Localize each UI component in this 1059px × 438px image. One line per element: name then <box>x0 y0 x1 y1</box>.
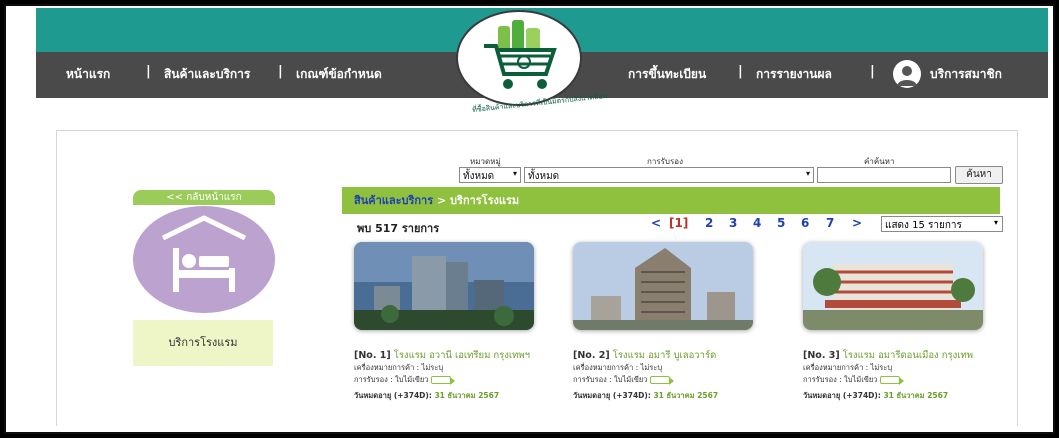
shopping-cart-logo-icon <box>484 20 557 89</box>
pagination-current: [1] <box>669 216 689 230</box>
card-expiry: วันหมดอายุ (+374D): 31 ธันวาคม 2567 <box>573 391 719 400</box>
card-certification: การรับรอง : ใบไม้เขียว <box>354 374 554 386</box>
hotel-photo[interactable] <box>803 242 983 330</box>
card-certification: การรับรอง : ใบไม้เขียว <box>573 374 773 386</box>
breadcrumb-current: บริการโรงแรม <box>450 194 520 207</box>
hotel-card: [No. 2] โรงแรม อมารี บูเลอวาร์ด เครื่องห… <box>573 350 773 402</box>
nav-separator: | <box>870 64 875 79</box>
nav-separator: | <box>146 64 151 79</box>
nav-products-services[interactable]: สินค้าและบริการ <box>164 65 250 84</box>
back-to-home-button[interactable]: << กลับหน้าแรก <box>133 190 275 205</box>
keyword-search-input[interactable] <box>817 167 951 183</box>
category-select[interactable]: ทั้งหมด ▾ <box>459 167 521 183</box>
pagination-page[interactable]: 2 <box>705 216 713 230</box>
pagination-prev[interactable]: < <box>651 216 661 230</box>
card-certification: การรับรอง : ใบไม้เขียว <box>803 374 1003 386</box>
card-title[interactable]: [No. 2] โรงแรม อมารี บูเลอวาร์ด <box>573 350 773 362</box>
nav-reporting[interactable]: การรายงานผล <box>756 65 832 84</box>
hotel-photo[interactable] <box>354 242 534 330</box>
green-leaf-badge-icon <box>879 376 904 385</box>
pagination-page[interactable]: 3 <box>729 216 737 230</box>
card-title[interactable]: [No. 1] โรงแรม อวานี เอเทรียม กรุงเทพฯ <box>354 350 554 362</box>
hotel-card: [No. 3] โรงแรม อมารีดอนเมือง กรุงเทพ เคร… <box>803 350 1003 402</box>
card-expiry: วันหมดอายุ (+374D): 31 ธันวาคม 2567 <box>354 391 500 400</box>
green-leaf-badge-icon <box>649 376 674 385</box>
result-count: พบ 517 รายการ <box>357 222 440 235</box>
site-logo[interactable] <box>456 10 582 106</box>
nav-registration[interactable]: การขึ้นทะเบียน <box>628 65 706 84</box>
card-trademark: เครื่องหมายการค้า : ไม่ระบุ <box>803 363 893 372</box>
per-page-select[interactable]: แสดง 15 รายการ ▾ <box>881 216 1003 232</box>
nav-home[interactable]: หน้าแรก <box>66 65 110 84</box>
pagination-page[interactable]: 4 <box>753 216 761 230</box>
nav-member-services[interactable]: บริการสมาชิก <box>930 65 1002 84</box>
nav-separator: | <box>738 64 743 79</box>
nav-criteria[interactable]: เกณฑ์ข้อกำหนด <box>296 65 382 84</box>
card-trademark: เครื่องหมายการค้า : ไม่ระบุ <box>573 363 663 372</box>
search-button[interactable]: ค้นหา <box>955 166 1003 184</box>
pagination-page[interactable]: 7 <box>826 216 834 230</box>
chevron-down-icon: ▾ <box>512 169 517 178</box>
breadcrumb-parent-link[interactable]: สินค้าและบริการ <box>354 194 433 207</box>
chevron-down-icon: ▾ <box>805 169 810 178</box>
hotel-card: [No. 1] โรงแรม อวานี เอเทรียม กรุงเทพฯ เ… <box>354 350 554 402</box>
hotel-bed-icon <box>161 215 247 292</box>
green-leaf-badge-icon <box>430 376 455 385</box>
hotel-photo[interactable] <box>573 242 753 330</box>
breadcrumb-separator: > <box>433 194 451 207</box>
pagination-next[interactable]: > <box>852 216 862 230</box>
card-title[interactable]: [No. 3] โรงแรม อมารีดอนเมือง กรุงเทพ <box>803 350 1003 362</box>
card-expiry: วันหมดอายุ (+374D): 31 ธันวาคม 2567 <box>803 391 949 400</box>
pagination-page[interactable]: 5 <box>777 216 785 230</box>
breadcrumb: สินค้าและบริการ > บริการโรงแรม <box>342 187 1000 214</box>
chevron-down-icon: ▾ <box>993 218 998 227</box>
hotel-category-badge <box>133 206 275 313</box>
certification-select[interactable]: ทั้งหมด ▾ <box>524 167 814 183</box>
user-avatar-icon[interactable] <box>893 60 921 88</box>
pagination-page[interactable]: 6 <box>801 216 809 230</box>
nav-separator: | <box>278 64 283 79</box>
card-trademark: เครื่องหมายการค้า : ไม่ระบุ <box>354 363 444 372</box>
category-name-box: บริการโรงแรม <box>133 320 273 366</box>
